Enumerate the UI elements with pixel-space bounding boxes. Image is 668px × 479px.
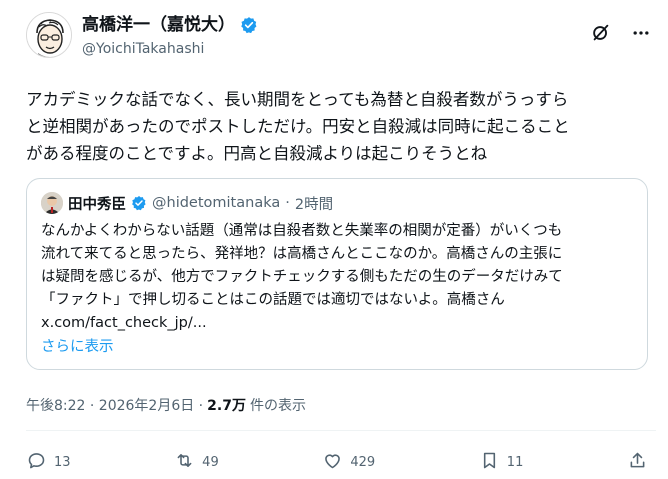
quote-author-avatar[interactable] bbox=[41, 192, 63, 214]
author-handle[interactable]: @YoichiTakahashi bbox=[82, 40, 258, 58]
author-avatar[interactable] bbox=[26, 12, 72, 58]
share-icon bbox=[627, 450, 648, 475]
quoted-tweet[interactable]: 田中秀臣 @hidetomitanaka · 2時間 なんかよくわからない話題（… bbox=[26, 178, 648, 370]
action-bar: 13 49 429 11 bbox=[26, 447, 648, 477]
like-count: 429 bbox=[350, 454, 376, 470]
show-more-link[interactable]: さらに表示 bbox=[41, 336, 633, 358]
bookmark-icon bbox=[479, 450, 500, 475]
verified-icon bbox=[131, 195, 147, 211]
reply-count: 13 bbox=[54, 454, 71, 470]
bookmark-button[interactable]: 11 bbox=[479, 450, 524, 475]
author-name[interactable]: 高橋洋一（嘉悦大） bbox=[82, 15, 235, 35]
tweet-meta: 午後8:22 · 2026年2月6日 · 2.7万 件の表示 bbox=[26, 395, 306, 415]
quote-author-name[interactable]: 田中秀臣 bbox=[68, 193, 126, 214]
views-label: 件の表示 bbox=[249, 398, 306, 414]
divider bbox=[26, 430, 656, 431]
quote-timestamp[interactable]: 2時間 bbox=[295, 193, 333, 214]
repost-count: 49 bbox=[202, 454, 219, 470]
tweet-timestamp[interactable]: 午後8:22 · 2026年2月6日 · bbox=[26, 395, 203, 415]
quote-author-handle[interactable]: @hidetomitanaka bbox=[152, 195, 280, 211]
reply-button[interactable]: 13 bbox=[26, 450, 71, 475]
tweet-text: アカデミックな話でなく、長い期間をとっても為替と自殺者数がうっすら と逆相関があ… bbox=[26, 90, 570, 163]
grok-icon[interactable] bbox=[588, 20, 614, 46]
more-icon[interactable] bbox=[628, 20, 654, 46]
repost-icon bbox=[174, 450, 195, 475]
separator-dot: · bbox=[285, 195, 290, 211]
like-icon bbox=[322, 450, 343, 475]
quote-text: なんかよくわからない話題（通常は自殺者数と失業率の相関が定番）がいくつも 流れて… bbox=[41, 223, 563, 331]
author-info: 高橋洋一（嘉悦大） @YoichiTakahashi bbox=[82, 15, 258, 58]
share-button[interactable] bbox=[627, 450, 648, 475]
bookmark-count: 11 bbox=[506, 454, 524, 470]
verified-icon bbox=[240, 16, 258, 34]
tweet-header: 高橋洋一（嘉悦大） @YoichiTakahashi bbox=[26, 12, 656, 64]
repost-button[interactable]: 49 bbox=[174, 450, 219, 475]
views-count: 2.7万 bbox=[207, 398, 246, 414]
reply-icon bbox=[26, 450, 47, 475]
like-button[interactable]: 429 bbox=[322, 450, 375, 475]
